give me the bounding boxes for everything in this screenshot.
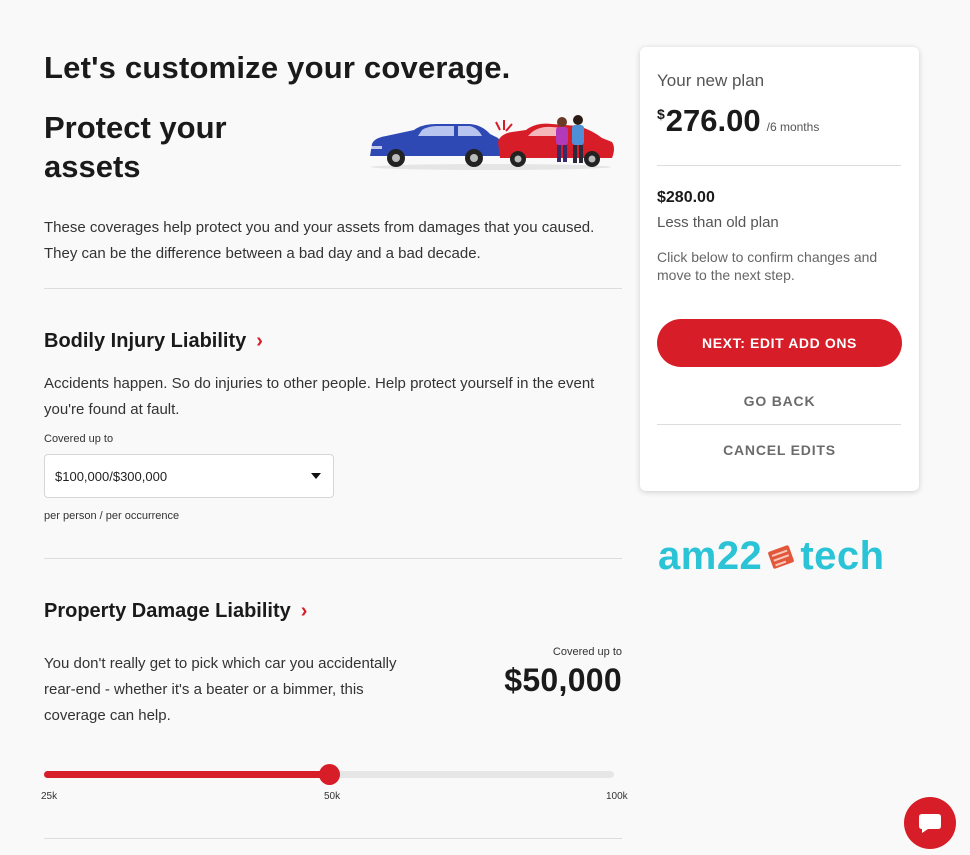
bodily-injury-covered-label: Covered up to <box>44 433 114 445</box>
bodily-injury-description: Accidents happen. So do injuries to othe… <box>44 375 595 418</box>
watermark-text-left: am22 <box>658 534 763 578</box>
property-damage-covered-label: Covered up to <box>552 646 622 658</box>
slider-min-label: 25k <box>41 791 58 802</box>
page-title: Let's customize your coverage. <box>44 50 511 85</box>
property-damage-title[interactable]: Property Damage Liability › <box>44 600 307 623</box>
price-amount: 276.00 <box>665 103 761 138</box>
help-text: Click below to confirm changes and move … <box>657 249 878 283</box>
section-title: Protect your assets <box>44 110 227 184</box>
slider-handle[interactable] <box>319 764 340 785</box>
divider <box>657 424 901 425</box>
next-edit-add-ons-button[interactable]: NEXT: EDIT ADD ONS <box>657 319 902 367</box>
chevron-right-icon[interactable]: › <box>256 330 263 353</box>
bodily-injury-limit-select[interactable]: $100,000/$300,000 <box>44 454 334 498</box>
divider <box>44 838 622 839</box>
car-accident-illustration <box>366 112 616 179</box>
plan-price: $ 276.00 /6 months <box>657 103 819 139</box>
divider <box>657 165 901 166</box>
property-damage-amount: $50,000 <box>504 662 622 698</box>
divider <box>44 558 622 559</box>
property-damage-title-text[interactable]: Property Damage Liability <box>44 600 291 623</box>
caret-down-icon[interactable] <box>311 473 321 479</box>
go-back-button[interactable]: GO BACK <box>657 393 902 409</box>
bodily-injury-title-text[interactable]: Bodily Injury Liability <box>44 330 246 353</box>
cancel-edits-button[interactable]: CANCEL EDITS <box>657 442 902 458</box>
watermark-logo-icon <box>768 544 795 569</box>
property-damage-slider[interactable] <box>44 764 614 785</box>
plan-label: Your new plan <box>657 71 765 90</box>
chat-button[interactable] <box>904 797 956 849</box>
bodily-injury-title[interactable]: Bodily Injury Liability › <box>44 330 263 353</box>
chevron-right-icon[interactable]: › <box>301 600 308 623</box>
divider <box>44 288 622 289</box>
price-difference-note: Less than old plan <box>657 214 779 231</box>
slider-max-label: 100k <box>606 791 628 802</box>
bodily-injury-selected-value: $100,000/$300,000 <box>55 468 168 484</box>
slider-mid-label: 50k <box>324 791 341 802</box>
price-currency: $ <box>657 106 665 122</box>
intro-text: These coverages help protect you and you… <box>44 219 595 262</box>
watermark-text-right: tech <box>800 534 885 578</box>
chat-bubble-icon[interactable] <box>917 811 943 835</box>
price-period: /6 months <box>766 120 820 134</box>
bodily-injury-sublabel: per person / per occurrence <box>44 510 180 522</box>
slider-fill <box>44 771 329 778</box>
price-difference: $280.00 <box>657 189 715 206</box>
am22tech-watermark: am22 tech <box>658 534 885 579</box>
plan-summary-card: Your new plan $ 276.00 /6 months $280.00… <box>640 47 919 491</box>
property-damage-description: You don't really get to pick which car y… <box>44 655 397 724</box>
